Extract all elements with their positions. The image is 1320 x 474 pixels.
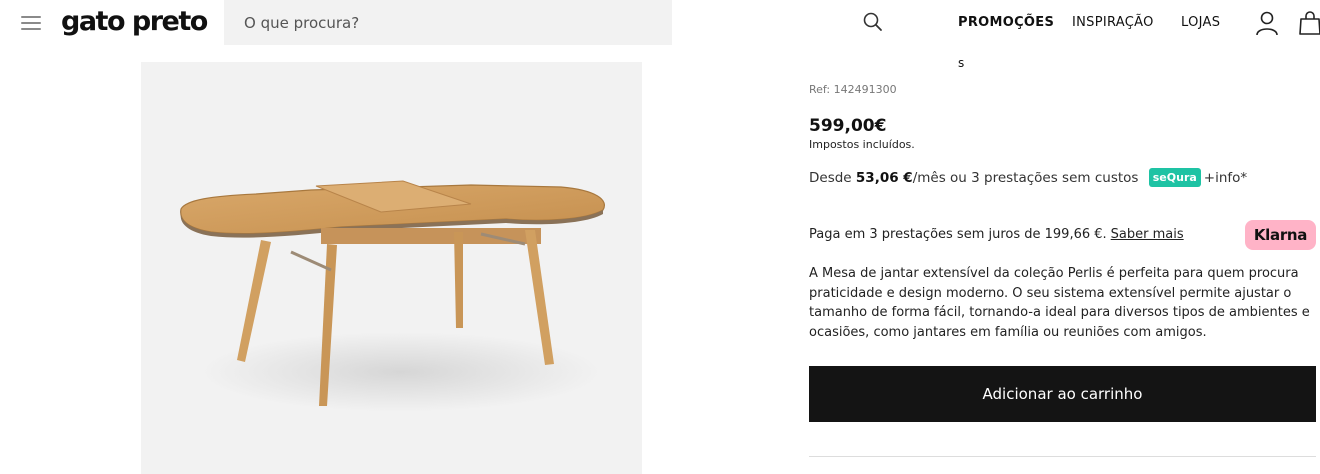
search-input[interactable] xyxy=(224,0,624,45)
product-title-fragment: s xyxy=(958,56,965,70)
logo[interactable]: gato preto xyxy=(61,4,208,40)
product-image[interactable] xyxy=(141,62,642,474)
tax-note: Impostos incluídos. xyxy=(809,138,915,151)
klarna-more-link[interactable]: Saber mais xyxy=(1111,227,1184,242)
sequra-installment: Desde 53,06 €/mês ou 3 prestações sem cu… xyxy=(809,168,1247,187)
nav-promocoes[interactable]: PROMOÇÕES xyxy=(958,15,1054,31)
sequra-logo[interactable]: seQura xyxy=(1148,168,1201,187)
site-header: gato preto PROMOÇÕES INSPIRAÇÃO LOJAS xyxy=(0,0,1320,46)
table-illustration xyxy=(180,180,605,412)
user-icon[interactable] xyxy=(1255,10,1279,36)
sequra-info-link[interactable]: +info* xyxy=(1204,170,1247,186)
divider xyxy=(809,456,1316,457)
klarna-logo: Klarna xyxy=(1245,220,1316,250)
product-ref: Ref: 142491300 xyxy=(809,83,897,96)
klarna-installment: Paga em 3 prestações sem juros de 199,66… xyxy=(809,227,1184,242)
add-to-cart-button[interactable]: Adicionar ao carrinho xyxy=(809,366,1316,422)
installment-suffix: /mês ou 3 prestações sem custos xyxy=(912,170,1139,186)
klarna-text: Paga em 3 prestações sem juros de 199,66… xyxy=(809,227,1107,242)
product-price: 599,00€ xyxy=(809,116,887,136)
shopping-bag-icon[interactable] xyxy=(1298,10,1320,36)
installment-prefix: Desde xyxy=(809,170,852,186)
nav-lojas[interactable]: LOJAS xyxy=(1181,15,1220,31)
product-description: A Mesa de jantar extensível da coleção P… xyxy=(809,266,1310,340)
installment-amount: 53,06 € xyxy=(855,170,913,186)
search-icon[interactable] xyxy=(862,11,884,33)
menu-icon[interactable] xyxy=(21,14,41,32)
nav-inspiracao[interactable]: INSPIRAÇÃO xyxy=(1072,15,1154,31)
search-bar xyxy=(224,0,882,45)
